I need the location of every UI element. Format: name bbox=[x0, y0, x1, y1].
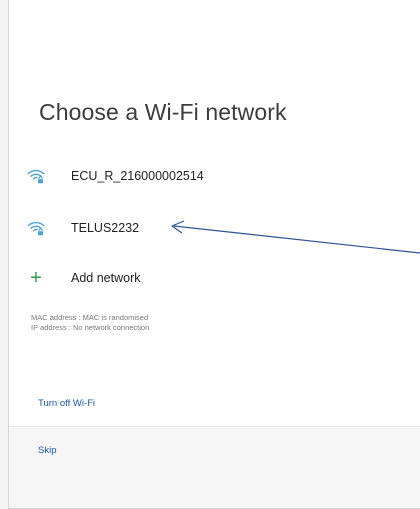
page-title: Choose a Wi‑Fi network bbox=[39, 99, 287, 125]
wifi-lock-icon bbox=[27, 221, 45, 236]
setup-screen: Choose a Wi‑Fi network ECU_R_21600000251… bbox=[8, 0, 420, 509]
bottom-bar bbox=[9, 427, 420, 508]
network-ssid: ECU_R_216000002514 bbox=[71, 169, 204, 183]
turn-off-wifi-link[interactable]: Turn off Wi-Fi bbox=[38, 398, 95, 409]
connection-info: MAC address : MAC is randomised IP addre… bbox=[31, 313, 149, 332]
divider bbox=[9, 426, 420, 427]
plus-icon: + bbox=[30, 267, 42, 289]
mac-address-text: MAC address : MAC is randomised bbox=[31, 313, 149, 322]
skip-button[interactable]: Skip bbox=[38, 445, 56, 456]
add-network-label: Add network bbox=[71, 271, 141, 285]
wifi-lock-icon bbox=[27, 169, 45, 184]
ip-address-text: IP address : No network connection bbox=[31, 322, 150, 332]
network-item-ecu[interactable]: ECU_R_216000002514 bbox=[27, 164, 407, 188]
network-ssid: TELUS2232 bbox=[71, 221, 140, 235]
add-network-button[interactable]: + Add network bbox=[27, 266, 407, 290]
network-item-telus[interactable]: TELUS2232 bbox=[27, 216, 407, 240]
